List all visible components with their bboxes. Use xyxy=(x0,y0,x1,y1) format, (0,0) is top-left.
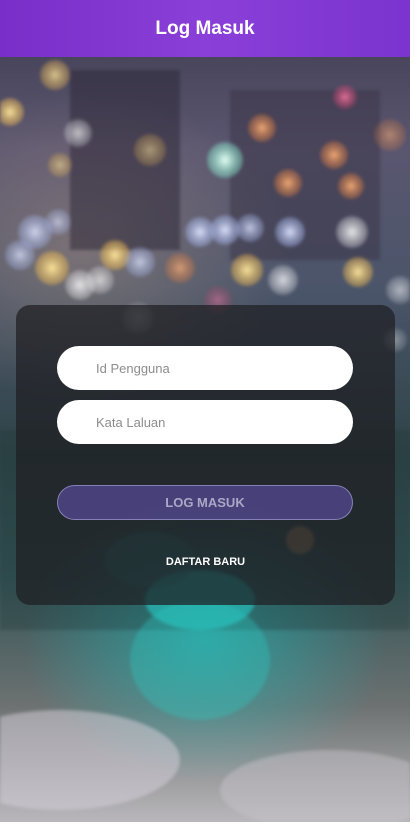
app-header: Log Masuk xyxy=(0,0,410,57)
username-input[interactable] xyxy=(57,346,353,390)
login-card: LOG MASUK DAFTAR BARU xyxy=(16,305,395,605)
login-button-label: LOG MASUK xyxy=(165,495,245,510)
page-title: Log Masuk xyxy=(155,17,255,39)
password-input[interactable] xyxy=(57,400,353,444)
login-button[interactable]: LOG MASUK xyxy=(57,485,353,520)
app-screen: Log Masuk LOG MASUK DAFTAR BARU xyxy=(0,0,410,822)
register-link[interactable]: DAFTAR BARU xyxy=(16,556,395,568)
